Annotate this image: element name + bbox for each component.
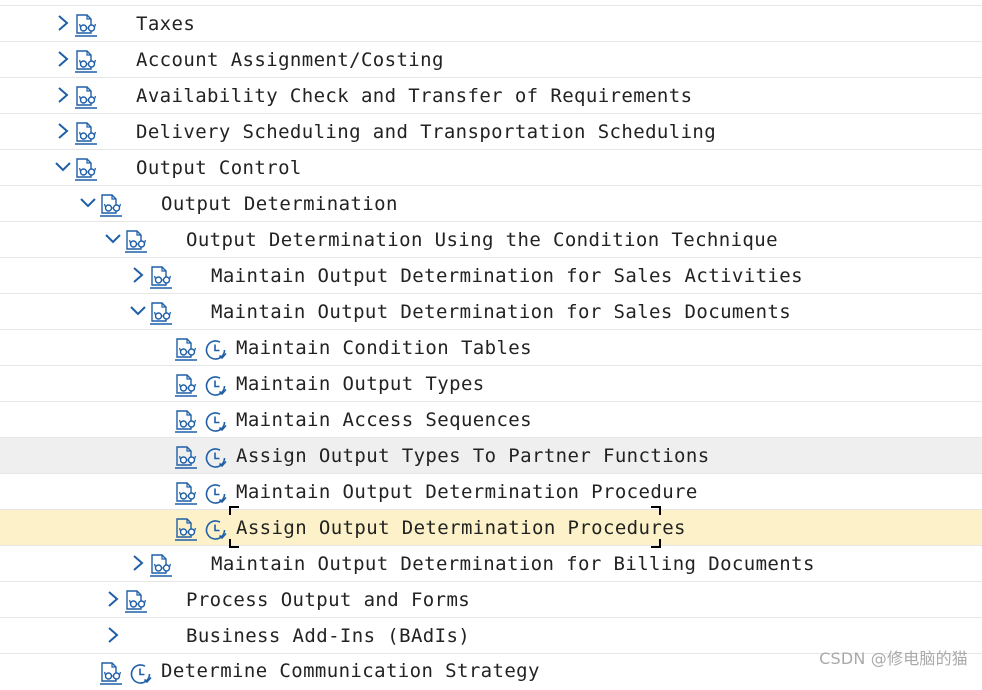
chevron-down-icon[interactable]: [54, 158, 72, 176]
documentation-glasses-icon[interactable]: [173, 444, 199, 470]
tree-row-taxes[interactable]: Taxes: [0, 6, 982, 42]
watermark: CSDN @修电脑的猫: [819, 649, 968, 668]
tree-row-availability-check[interactable]: Availability Check and Transfer of Requi…: [0, 78, 982, 114]
tree-row-sales-activities[interactable]: Maintain Output Determination for Sales …: [0, 258, 982, 294]
tree-row-output-determination-condition-technique[interactable]: Output Determination Using the Condition…: [0, 222, 982, 258]
clock-execute-icon[interactable]: [204, 446, 228, 470]
tree-row-assign-output-determination-procedures[interactable]: Assign Output Determination Procedures: [0, 506, 982, 548]
documentation-glasses-icon[interactable]: [173, 516, 199, 542]
chevron-down-icon[interactable]: [104, 230, 122, 248]
tree-row-label: Process Output and Forms: [186, 589, 471, 611]
documentation-glasses-icon[interactable]: [148, 300, 174, 326]
tree-row-label: Maintain Access Sequences: [236, 409, 532, 431]
documentation-glasses-icon[interactable]: [73, 120, 99, 146]
documentation-glasses-icon[interactable]: [73, 48, 99, 74]
tree-row-label: Maintain Condition Tables: [236, 337, 532, 359]
tree-row-maintain-output-determination-procedure[interactable]: Maintain Output Determination Procedure: [0, 474, 982, 510]
tree-row-label: Output Determination Using the Condition…: [186, 229, 778, 251]
tree-row-label: Availability Check and Transfer of Requi…: [136, 85, 693, 107]
tree-row-label: Maintain Output Determination for Billin…: [211, 553, 815, 575]
chevron-right-icon[interactable]: [56, 86, 70, 104]
tree-row-label: Maintain Output Determination for Sales …: [211, 301, 792, 323]
tree-row-label: Taxes: [136, 13, 196, 35]
tree-row-output-determination[interactable]: Output Determination: [0, 186, 982, 222]
tree-row-label: Assign Output Types To Partner Functions: [236, 445, 710, 467]
chevron-right-icon[interactable]: [56, 50, 70, 68]
tree-row-label: Assign Output Determination Procedures: [236, 517, 686, 539]
clock-execute-icon[interactable]: [129, 662, 153, 686]
tree-row-label: Output Determination: [161, 193, 398, 215]
tree-row-label: Maintain Output Types: [236, 373, 485, 395]
tree-row-label: Delivery Scheduling and Transportation S…: [136, 121, 717, 143]
tree-row-maintain-output-types[interactable]: Maintain Output Types: [0, 366, 982, 402]
documentation-glasses-icon[interactable]: [123, 228, 149, 254]
tree-row-label: Maintain Output Determination for Sales …: [211, 265, 803, 287]
chevron-right-icon[interactable]: [131, 266, 145, 284]
tree-row-label: Account Assignment/Costing: [136, 49, 444, 71]
tree-row-maintain-condition-tables[interactable]: Maintain Condition Tables: [0, 330, 982, 366]
tree-row-output-control[interactable]: Output Control: [0, 150, 982, 186]
documentation-glasses-icon[interactable]: [173, 372, 199, 398]
clock-execute-icon[interactable]: [204, 374, 228, 398]
chevron-right-icon[interactable]: [106, 590, 120, 608]
tree-row-label: Determine Communication Strategy: [161, 660, 540, 682]
clock-execute-icon[interactable]: [204, 338, 228, 362]
chevron-down-icon[interactable]: [129, 302, 147, 320]
documentation-glasses-icon[interactable]: [123, 588, 149, 614]
chevron-right-icon[interactable]: [106, 626, 120, 644]
documentation-glasses-icon[interactable]: [73, 84, 99, 110]
clock-execute-icon[interactable]: [204, 518, 228, 542]
tree-row-billing-documents[interactable]: Maintain Output Determination for Billin…: [0, 546, 982, 582]
documentation-glasses-icon[interactable]: [148, 552, 174, 578]
documentation-glasses-icon[interactable]: [173, 336, 199, 362]
tree-row-label: Maintain Output Determination Procedure: [236, 481, 698, 503]
chevron-right-icon[interactable]: [131, 554, 145, 572]
tree-row-label: Business Add-Ins (BAdIs): [186, 625, 471, 647]
chevron-right-icon[interactable]: [56, 14, 70, 32]
documentation-glasses-icon[interactable]: [173, 408, 199, 434]
tree-row-sales-documents[interactable]: Maintain Output Determination for Sales …: [0, 294, 982, 330]
documentation-glasses-icon[interactable]: [73, 12, 99, 38]
documentation-glasses-icon[interactable]: [73, 156, 99, 182]
tree-row-process-output-forms[interactable]: Process Output and Forms: [0, 582, 982, 618]
tree-row-assign-output-types-partner-functions[interactable]: Assign Output Types To Partner Functions: [0, 438, 982, 474]
documentation-glasses-icon[interactable]: [173, 480, 199, 506]
chevron-right-icon[interactable]: [56, 122, 70, 140]
clock-execute-icon[interactable]: [204, 410, 228, 434]
tree-row-label: Output Control: [136, 157, 302, 179]
tree-row-account-assignment[interactable]: Account Assignment/Costing: [0, 42, 982, 78]
tree-row-maintain-access-sequences[interactable]: Maintain Access Sequences: [0, 402, 982, 438]
tree-row-delivery-scheduling[interactable]: Delivery Scheduling and Transportation S…: [0, 114, 982, 150]
documentation-glasses-icon[interactable]: [98, 192, 124, 218]
clock-execute-icon[interactable]: [204, 482, 228, 506]
documentation-glasses-icon[interactable]: [98, 660, 124, 686]
chevron-down-icon[interactable]: [79, 194, 97, 212]
documentation-glasses-icon[interactable]: [148, 264, 174, 290]
